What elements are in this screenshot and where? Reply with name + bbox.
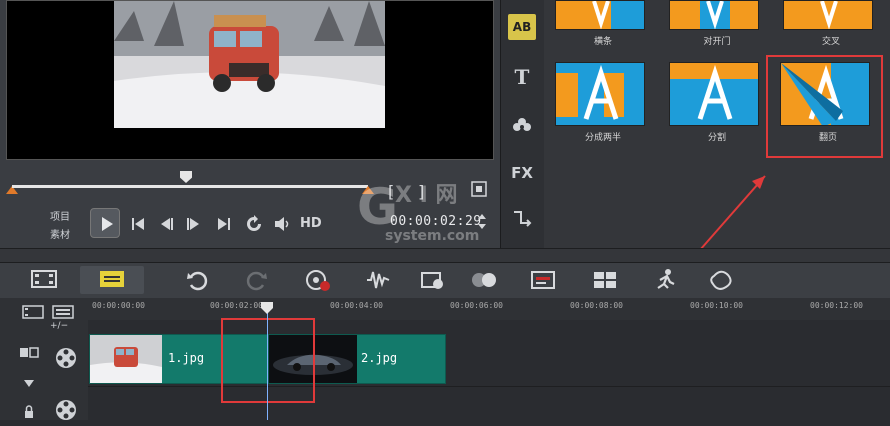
show-all-tracks-icon[interactable] [22, 304, 44, 324]
video-track-reel-icon[interactable] [54, 346, 78, 374]
timeline-view-icon[interactable] [30, 268, 57, 292]
ruler-tick: 00:00:08:00 [570, 301, 623, 310]
motion-tracking-icon[interactable] [470, 268, 496, 292]
ruler-tick: 00:00:04:00 [330, 301, 383, 310]
record-capture-icon[interactable] [305, 268, 330, 292]
zoom-buttons[interactable]: +/− [50, 321, 68, 331]
clip-label: 2.jpg [361, 351, 398, 365]
redo-icon[interactable] [245, 268, 269, 292]
lock-track-icon[interactable] [18, 344, 40, 363]
panel-splitter[interactable] [0, 248, 890, 262]
ruler-tick: 00:00:12:00 [810, 301, 863, 310]
ruler-tick: 00:00:06:00 [450, 301, 503, 310]
ruler-tick: 00:00:00:00 [92, 301, 145, 310]
track-expand-icon[interactable] [24, 373, 34, 392]
clip-thumbnail-bus [90, 335, 162, 383]
clip-label: 1.jpg [168, 351, 205, 365]
auto-music-icon[interactable] [420, 268, 444, 292]
multi-camera-icon[interactable] [592, 268, 616, 292]
highlight-box-transition [221, 318, 315, 403]
mask-creator-icon[interactable] [708, 268, 732, 292]
sound-mixer-icon[interactable] [365, 268, 390, 292]
storyboard-view-icon[interactable] [98, 268, 124, 292]
track-divider [88, 386, 890, 387]
subtitle-editor-icon[interactable] [530, 268, 555, 292]
timeline-playhead-line[interactable] [267, 305, 268, 420]
lock-overlay-track-icon[interactable] [22, 404, 36, 423]
ruler-tick: 00:00:10:00 [690, 301, 743, 310]
overlay-track-reel-icon[interactable] [54, 398, 78, 426]
undo-icon[interactable] [185, 268, 209, 292]
time-remapping-icon[interactable] [652, 268, 676, 292]
ruler-tick: 00:00:02:00 [210, 301, 263, 310]
